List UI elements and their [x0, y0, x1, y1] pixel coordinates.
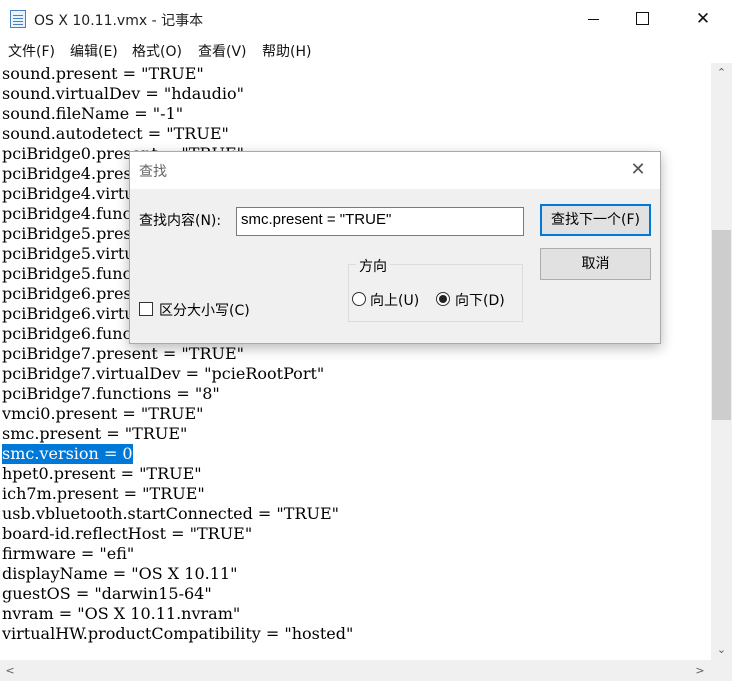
menu-edit[interactable]: 编辑(E)	[70, 41, 118, 61]
scroll-down-arrow-icon[interactable]: ⌄	[711, 640, 732, 660]
text-line[interactable]: displayName = "OS X 10.11"	[2, 564, 237, 584]
direction-down-label[interactable]: 向下(D)	[455, 290, 505, 310]
minimize-button[interactable]	[572, 0, 618, 38]
text-line[interactable]: ich7m.present = "TRUE"	[2, 484, 205, 504]
direction-down-radio[interactable]	[436, 292, 450, 306]
match-case-label[interactable]: 区分大小写(C)	[159, 300, 250, 320]
text-line[interactable]: sound.fileName = "-1"	[2, 104, 183, 124]
text-line[interactable]: hpet0.present = "TRUE"	[2, 464, 202, 484]
text-line[interactable]: guestOS = "darwin15-64"	[2, 584, 212, 604]
text-line[interactable]: firmware = "efi"	[2, 544, 134, 564]
cancel-button[interactable]: 取消	[540, 248, 651, 280]
text-line[interactable]: nvram = "OS X 10.11.nvram"	[2, 604, 240, 624]
text-line[interactable]: vmci0.present = "TRUE"	[2, 404, 204, 424]
text-line[interactable]: sound.virtualDev = "hdaudio"	[2, 84, 244, 104]
direction-group-title: 方向	[356, 256, 390, 276]
text-line[interactable]: pciBridge7.functions = "8"	[2, 384, 220, 404]
find-dialog-close-icon[interactable]: ✕	[622, 156, 654, 184]
scroll-left-arrow-icon[interactable]: <	[0, 660, 20, 681]
text-line[interactable]: virtualHW.productCompatibility = "hosted…	[2, 624, 353, 644]
scroll-up-arrow-icon[interactable]: ⌃	[711, 63, 732, 83]
title-bar: OS X 10.11.vmx - 记事本 ✕	[0, 0, 732, 38]
find-what-label: 查找内容(N):	[139, 213, 222, 229]
direction-up-label[interactable]: 向上(U)	[370, 290, 419, 310]
size-grip[interactable]	[711, 660, 732, 681]
match-case-checkbox[interactable]	[139, 302, 153, 316]
find-dialog-title: 查找	[139, 164, 167, 180]
text-line[interactable]: board-id.reflectHost = "TRUE"	[2, 524, 252, 544]
horizontal-scrollbar[interactable]: < >	[0, 660, 711, 681]
find-next-button[interactable]: 查找下一个(F)	[540, 204, 651, 236]
close-button[interactable]: ✕	[680, 0, 726, 38]
notepad-icon	[10, 10, 26, 28]
menu-view[interactable]: 查看(V)	[198, 41, 247, 61]
text-line[interactable]: pciBridge7.present = "TRUE"	[2, 344, 244, 364]
find-what-input[interactable]: smc.present = "TRUE"	[236, 207, 524, 236]
text-line[interactable]: sound.present = "TRUE"	[2, 64, 204, 84]
text-line[interactable]: sound.autodetect = "TRUE"	[2, 124, 229, 144]
menu-bar: 文件(F) 编辑(E) 格式(O) 查看(V) 帮助(H)	[0, 38, 732, 63]
menu-help[interactable]: 帮助(H)	[262, 41, 311, 61]
selected-text-line[interactable]: smc.version = 0	[2, 444, 133, 464]
vertical-scroll-thumb[interactable]	[712, 230, 731, 420]
text-line[interactable]: pciBridge7.virtualDev = "pcieRootPort"	[2, 364, 324, 384]
maximize-button[interactable]	[618, 0, 664, 38]
menu-format[interactable]: 格式(O)	[132, 41, 182, 61]
scroll-right-arrow-icon[interactable]: >	[690, 660, 710, 681]
direction-up-radio[interactable]	[352, 292, 366, 306]
menu-file[interactable]: 文件(F)	[8, 41, 55, 61]
vertical-scrollbar[interactable]: ⌃ ⌄	[711, 63, 732, 660]
text-line[interactable]: smc.present = "TRUE"	[2, 424, 187, 444]
find-dialog-title-bar[interactable]: 查找 ✕	[130, 152, 660, 189]
text-line[interactable]: usb.vbluetooth.startConnected = "TRUE"	[2, 504, 339, 524]
find-dialog: 查找 ✕ 查找内容(N): smc.present = "TRUE" 查找下一个…	[129, 151, 661, 344]
window-title: OS X 10.11.vmx - 记事本	[34, 13, 204, 29]
